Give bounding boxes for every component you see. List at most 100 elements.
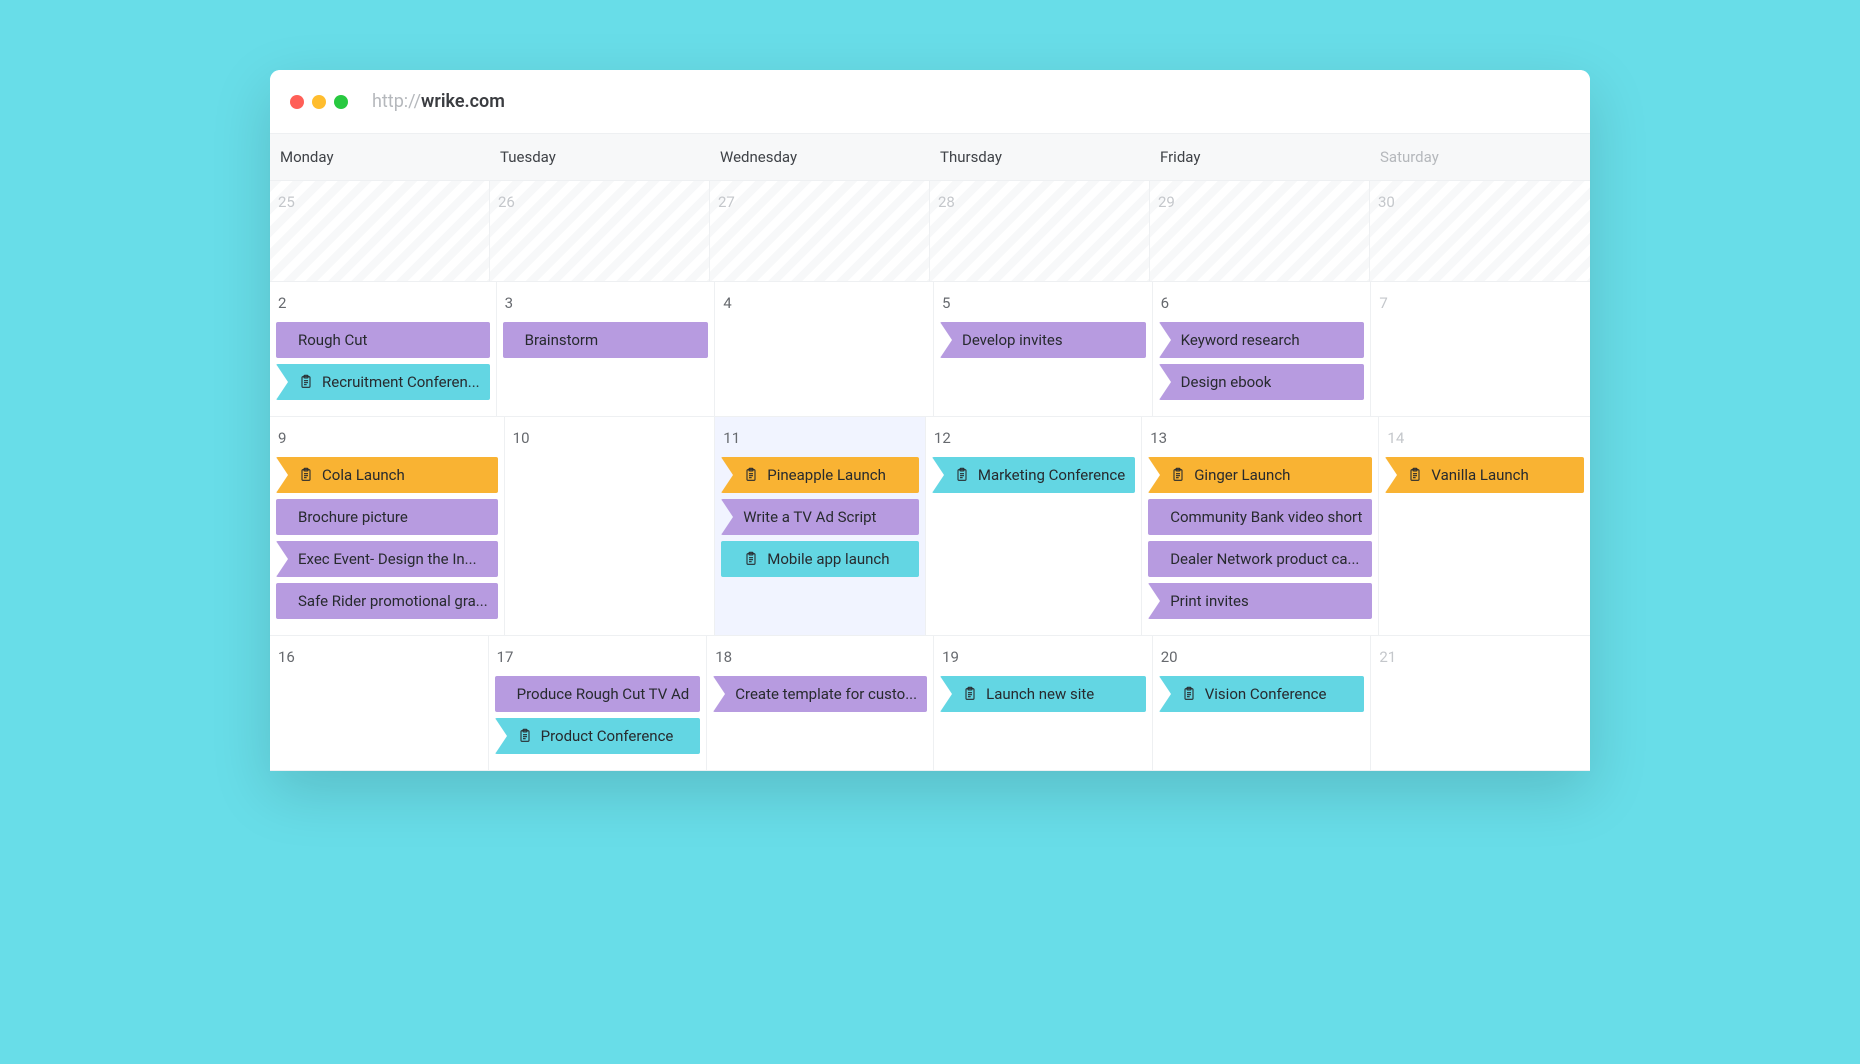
address-bar[interactable]: http://wrike.com: [372, 91, 505, 112]
calendar-event[interactable]: Exec Event- Design the In...: [276, 541, 498, 577]
calendar-cell[interactable]: 21: [1371, 636, 1590, 770]
calendar-cell[interactable]: 19Launch new site: [934, 636, 1153, 770]
calendar-cell[interactable]: 2Rough CutRecruitment Conferen...: [270, 282, 497, 416]
event-label: Print invites: [1170, 592, 1249, 610]
calendar-cell[interactable]: 18 Create template for custo...: [707, 636, 934, 770]
event-label: Create template for custo...: [735, 685, 917, 703]
calendar-week: 9 Cola Launch Brochure picture Exec Event- …: [270, 417, 1590, 636]
calendar-cell[interactable]: 10: [505, 417, 716, 635]
day-number: 3: [503, 292, 709, 322]
day-header-monday: Monday: [270, 134, 490, 180]
calendar-cell[interactable]: 9 Cola Launch Brochure picture Exec Event- …: [270, 417, 505, 635]
calendar-event[interactable]: Rough Cut: [276, 322, 490, 358]
day-number: 6: [1159, 292, 1365, 322]
event-label: Mobile app launch: [767, 550, 889, 568]
event-label: Recruitment Conferen...: [322, 373, 480, 391]
event-label: Vanilla Launch: [1431, 466, 1528, 484]
calendar-event[interactable]: Launch new site: [940, 676, 1146, 712]
calendar-week: 2Rough CutRecruitment Conferen...3Brains…: [270, 282, 1590, 417]
calendar-cell[interactable]: 11Pineapple LaunchWrite a TV Ad ScriptMo…: [715, 417, 926, 635]
calendar-event[interactable]: Create template for custo...: [713, 676, 927, 712]
calendar-cell[interactable]: 17 Produce Rough Cut TV Ad Product Confere…: [489, 636, 708, 770]
calendar-event[interactable]: Product Conference: [495, 718, 701, 754]
day-number: 18: [713, 646, 927, 676]
day-number: 5: [940, 292, 1146, 322]
event-label: Community Bank video short: [1170, 508, 1362, 526]
calendar-cell[interactable]: 27: [710, 181, 930, 281]
day-number: 9: [276, 427, 498, 457]
clipboard-icon: [743, 551, 759, 567]
day-number: 21: [1377, 646, 1584, 676]
calendar-event[interactable]: Marketing Conference: [932, 457, 1135, 493]
calendar-week: 1617 Produce Rough Cut TV Ad Product Confe…: [270, 636, 1590, 771]
day-number: 29: [1156, 191, 1363, 221]
calendar-event[interactable]: Vanilla Launch: [1385, 457, 1584, 493]
calendar-cell[interactable]: 6 Keyword research Design ebook: [1153, 282, 1372, 416]
calendar-event[interactable]: Keyword research: [1159, 322, 1365, 358]
calendar-event[interactable]: Write a TV Ad Script: [721, 499, 919, 535]
event-label: Cola Launch: [322, 466, 405, 484]
calendar-event[interactable]: Safe Rider promotional gra...: [276, 583, 498, 619]
event-label: Produce Rough Cut TV Ad: [517, 685, 690, 703]
calendar-cell[interactable]: 13Ginger Launch Community Bank video shor…: [1142, 417, 1379, 635]
event-label: Vision Conference: [1205, 685, 1327, 703]
calendar-cell[interactable]: 16: [270, 636, 489, 770]
day-number: 19: [940, 646, 1146, 676]
clipboard-icon: [743, 467, 759, 483]
day-number: 4: [721, 292, 927, 322]
calendar-event[interactable]: Brainstorm: [503, 322, 709, 358]
calendar-event[interactable]: Community Bank video short: [1148, 499, 1372, 535]
day-number: 17: [495, 646, 701, 676]
calendar-event[interactable]: Cola Launch: [276, 457, 498, 493]
calendar-cell[interactable]: 3 Brainstorm: [497, 282, 716, 416]
calendar-day-headers: MondayTuesdayWednesdayThursdayFridaySatu…: [270, 134, 1590, 181]
calendar-cell[interactable]: 28: [930, 181, 1150, 281]
day-number: 7: [1377, 292, 1584, 322]
calendar-event[interactable]: Design ebook: [1159, 364, 1365, 400]
calendar-cell[interactable]: 12Marketing Conference: [926, 417, 1142, 635]
calendar-cell[interactable]: 30: [1370, 181, 1590, 281]
close-icon[interactable]: [290, 95, 304, 109]
event-label: Exec Event- Design the In...: [298, 550, 477, 568]
calendar-event[interactable]: Mobile app launch: [721, 541, 919, 577]
calendar-event[interactable]: Ginger Launch: [1148, 457, 1372, 493]
day-number: 25: [276, 191, 483, 221]
calendar-cell[interactable]: 25: [270, 181, 490, 281]
calendar-cell[interactable]: 26: [490, 181, 710, 281]
clipboard-icon: [1181, 686, 1197, 702]
calendar-week: 25 26 272829 30: [270, 181, 1590, 282]
calendar-cell[interactable]: 5 Develop invites: [934, 282, 1153, 416]
calendar-cell[interactable]: 4: [715, 282, 934, 416]
calendar-cell[interactable]: 20 Vision Conference: [1153, 636, 1372, 770]
calendar-event[interactable]: Develop invites: [940, 322, 1146, 358]
minimize-icon[interactable]: [312, 95, 326, 109]
calendar-event[interactable]: Produce Rough Cut TV Ad: [495, 676, 701, 712]
calendar-event[interactable]: Print invites: [1148, 583, 1372, 619]
calendar-cell[interactable]: 29: [1150, 181, 1370, 281]
day-number: 30: [1376, 191, 1584, 221]
event-label: Design ebook: [1181, 373, 1272, 391]
day-number: 13: [1148, 427, 1372, 457]
calendar-event[interactable]: Vision Conference: [1159, 676, 1365, 712]
calendar-event[interactable]: Dealer Network product ca...: [1148, 541, 1372, 577]
day-number: 27: [716, 191, 923, 221]
day-number: 26: [496, 191, 703, 221]
day-header-thursday: Thursday: [930, 134, 1150, 180]
calendar-cell[interactable]: 7: [1371, 282, 1590, 416]
url-prefix: http://: [372, 91, 421, 112]
event-label: Brainstorm: [525, 331, 599, 349]
clipboard-icon: [962, 686, 978, 702]
event-label: Rough Cut: [298, 331, 367, 349]
event-label: Develop invites: [962, 331, 1063, 349]
calendar-event[interactable]: Pineapple Launch: [721, 457, 919, 493]
calendar-event[interactable]: Brochure picture: [276, 499, 498, 535]
event-label: Pineapple Launch: [767, 466, 886, 484]
calendar-event[interactable]: Recruitment Conferen...: [276, 364, 490, 400]
day-header-friday: Friday: [1150, 134, 1370, 180]
maximize-icon[interactable]: [334, 95, 348, 109]
clipboard-icon: [1407, 467, 1423, 483]
calendar-cell[interactable]: 14Vanilla Launch: [1379, 417, 1590, 635]
event-label: Keyword research: [1181, 331, 1300, 349]
clipboard-icon: [298, 374, 314, 390]
day-number: 20: [1159, 646, 1365, 676]
